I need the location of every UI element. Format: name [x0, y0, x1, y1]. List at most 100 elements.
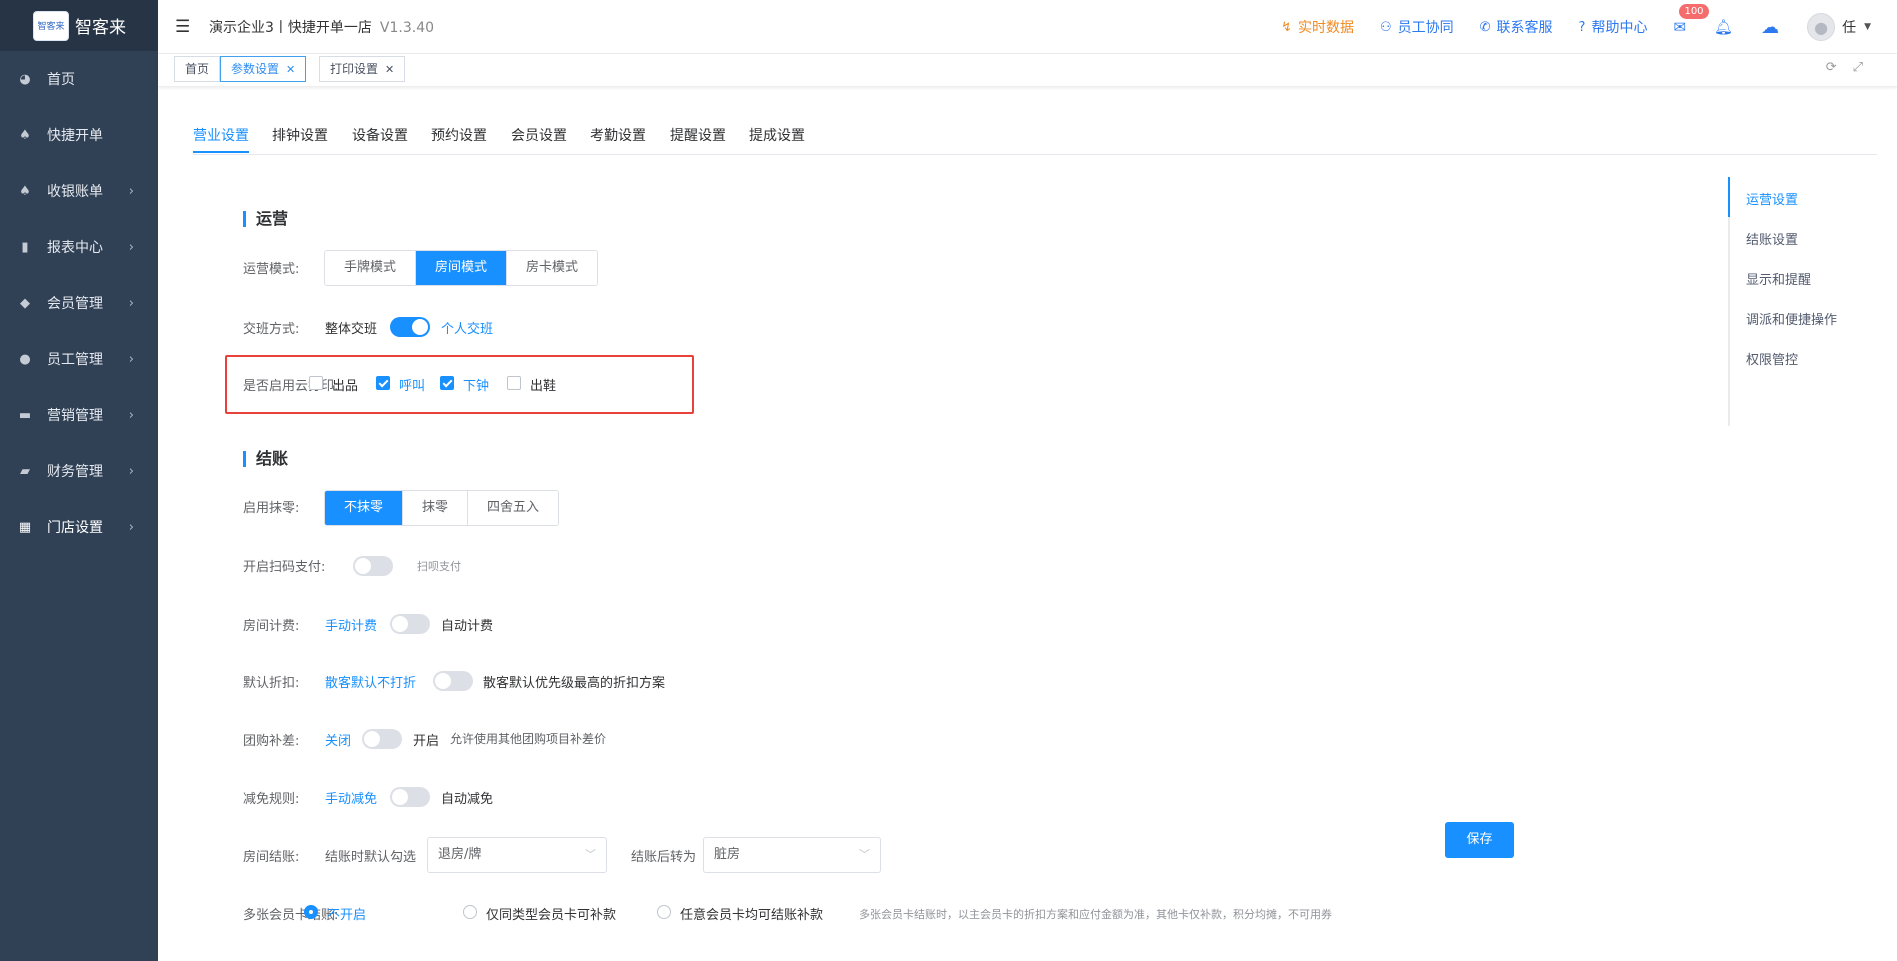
avatar: ●	[1807, 13, 1836, 41]
tab-1[interactable]: 营业设置	[193, 125, 249, 145]
user-icon: ●	[19, 351, 31, 367]
header-link-3[interactable]: ✆ 联系客服	[1480, 17, 1553, 37]
cloud-print-option-label: 下钟	[463, 379, 490, 394]
cloud-print-label: 是否启用云打印:	[243, 379, 339, 394]
group-switch[interactable]	[362, 729, 402, 749]
cloud-print-checkbox[interactable]	[440, 376, 454, 390]
operation-mode-option[interactable]: 手牌模式	[325, 251, 417, 285]
sidebar-item-7[interactable]: ▬ 营销管理 ›	[0, 387, 158, 443]
default-check-value: 退房/牌	[438, 847, 482, 862]
bar-chart-icon: ▮	[21, 239, 29, 255]
anchor-link[interactable]: 结账设置	[1746, 229, 1798, 248]
tag-print-settings[interactable]: 打印设置 ✕	[319, 56, 406, 82]
cloud-print-checkbox[interactable]	[376, 376, 390, 390]
bell-icon[interactable]: 🔔︎	[1714, 18, 1733, 36]
multi-card-radio[interactable]	[304, 905, 318, 919]
cloud-print-checkbox[interactable]	[507, 376, 521, 390]
header-link-label: 实时数据	[1297, 20, 1354, 36]
tag-label: 首页	[185, 62, 210, 76]
discount-switch[interactable]	[433, 671, 473, 691]
tab-3[interactable]: 设备设置	[352, 125, 408, 145]
close-icon[interactable]: ✕	[286, 63, 295, 76]
cloud-icon[interactable]: ☁	[1761, 17, 1779, 38]
anchor-link[interactable]: 权限管控	[1746, 349, 1798, 368]
tab-2[interactable]: 排钟设置	[272, 125, 328, 145]
tab-5[interactable]: 会员设置	[511, 125, 567, 145]
user-menu[interactable]: ● 任 ▼	[1807, 13, 1871, 41]
fullscreen-icon[interactable]: ⤢	[1853, 60, 1879, 75]
chevron-right-icon: ›	[128, 463, 134, 479]
sidebar-item-label: 财务管理	[47, 464, 103, 480]
anchor-link[interactable]: 显示和提醒	[1746, 269, 1811, 288]
tab-6[interactable]: 考勤设置	[590, 125, 646, 145]
sidebar-item-4[interactable]: ▮ 报表中心 ›	[0, 219, 158, 275]
header-link-2[interactable]: ⚇ 员工协同	[1380, 17, 1454, 37]
tag-home[interactable]: 首页	[174, 56, 221, 82]
tag-label: 参数设置	[231, 62, 280, 76]
cloud-print-checkbox[interactable]	[309, 376, 323, 390]
waive-switch[interactable]	[390, 787, 430, 807]
mail-icon[interactable]: ✉ 100	[1673, 4, 1709, 36]
operation-mode-label: 运营模式:	[243, 262, 300, 277]
cloud-print-option-label: 出品	[332, 379, 359, 394]
multi-card-label: 多张会员卡结账:	[243, 908, 339, 923]
sidebar-item-6[interactable]: ● 员工管理 ›	[0, 331, 158, 387]
operation-mode-option[interactable]: 房间模式	[416, 251, 508, 285]
sidebar-item-label: 报表中心	[47, 240, 103, 256]
room-fee-switch[interactable]	[390, 614, 430, 634]
handover-switch[interactable]	[390, 317, 430, 337]
refresh-icon[interactable]: ⟳	[1826, 60, 1853, 75]
chevron-right-icon: ›	[128, 519, 134, 535]
discount-right-label: 散客默认优先级最高的折扣方案	[483, 676, 666, 691]
sidebar-item-2[interactable]: ♠ 快捷开单	[0, 107, 158, 163]
sidebar-item-label: 快捷开单	[47, 128, 103, 144]
header-link-label: 联系客服	[1496, 20, 1553, 36]
money-bag-icon: ♠	[19, 183, 31, 199]
after-checkout-select[interactable]: 脏房 ﹀	[703, 837, 881, 873]
operation-mode-option[interactable]: 房卡模式	[507, 251, 598, 285]
waive-manual: 手动减免	[325, 792, 378, 807]
logo[interactable]: 智客来 智客来	[0, 0, 158, 51]
cloud-print-option-label: 出鞋	[530, 379, 557, 394]
sidebar-item-8[interactable]: ▰ 财务管理 ›	[0, 443, 158, 499]
multi-card-radio[interactable]	[657, 905, 671, 919]
tab-8[interactable]: 提成设置	[749, 125, 805, 145]
sidebar-item-3[interactable]: ♠ 收银账单 ›	[0, 163, 158, 219]
sidebar-menu: ◕ 首页 ♠ 快捷开单 ♠ 收银账单 › ▮ 报表中心 › ◆ 会员管理 › ● 员工管理 › ▬ 营销管理 › ▰ 财…	[0, 51, 158, 555]
menu-toggle-icon[interactable]: ☰	[175, 17, 190, 37]
sidebar-item-9[interactable]: ▦ 门店设置 ›	[0, 499, 158, 555]
rounding-option[interactable]: 四舍五入	[468, 491, 559, 525]
multi-card-radio[interactable]	[463, 905, 477, 919]
close-icon[interactable]: ✕	[385, 63, 394, 76]
wallet-icon: ▰	[20, 463, 30, 479]
header-link-4[interactable]: ? 帮助中心	[1579, 17, 1648, 37]
store-title: 演示企业3丨快捷开单一店	[209, 20, 372, 36]
anchor-link[interactable]: 运营设置	[1746, 189, 1798, 208]
header-right-nav: ↯ 实时数据 ⚇ 员工协同 ✆ 联系客服 ? 帮助中心 ✉ 100 🔔︎ ☁ ● 任 ▼	[1281, 0, 1897, 54]
room-fee-label: 房间计费:	[243, 619, 300, 634]
tab-7[interactable]: 提醒设置	[670, 125, 726, 145]
header-link-label: 员工协同	[1397, 20, 1454, 36]
page-title: 演示企业3丨快捷开单一店 V1.3.40	[209, 17, 434, 37]
handover-on-label: 个人交班	[441, 322, 494, 337]
sidebar-item-1[interactable]: ◕ 首页	[0, 51, 158, 107]
rounding-selector: 不抹零 抹零 四舍五入	[324, 490, 560, 526]
default-check-select[interactable]: 退房/牌 ﹀	[427, 837, 607, 873]
tab-4[interactable]: 预约设置	[431, 125, 487, 145]
rounding-option[interactable]: 抹零	[403, 491, 469, 525]
sidebar-item-5[interactable]: ◆ 会员管理 ›	[0, 275, 158, 331]
multi-card-option-label: 仅同类型会员卡可补款	[486, 908, 617, 923]
sidebar: 智客来 智客来 ◕ 首页 ♠ 快捷开单 ♠ 收银账单 › ▮ 报表中心 › ◆ 会员管理 › ● 员工管理 ›…	[0, 0, 158, 961]
scan-pay-switch[interactable]	[353, 556, 393, 576]
briefcase-icon: ▬	[18, 407, 32, 423]
anchor-link[interactable]: 调派和便捷操作	[1746, 309, 1837, 328]
sidebar-item-label: 门店设置	[47, 520, 103, 536]
tag-param-settings[interactable]: 参数设置 ✕	[220, 56, 307, 82]
room-fee-auto: 自动计费	[441, 619, 494, 634]
version-label: V1.3.40	[379, 20, 435, 36]
header-link-1[interactable]: ↯ 实时数据	[1281, 17, 1354, 37]
save-button[interactable]: 保存	[1445, 822, 1514, 858]
rounding-option[interactable]: 不抹零	[325, 491, 404, 525]
grid-icon: ▦	[18, 519, 32, 535]
tag-label: 打印设置	[330, 62, 379, 76]
